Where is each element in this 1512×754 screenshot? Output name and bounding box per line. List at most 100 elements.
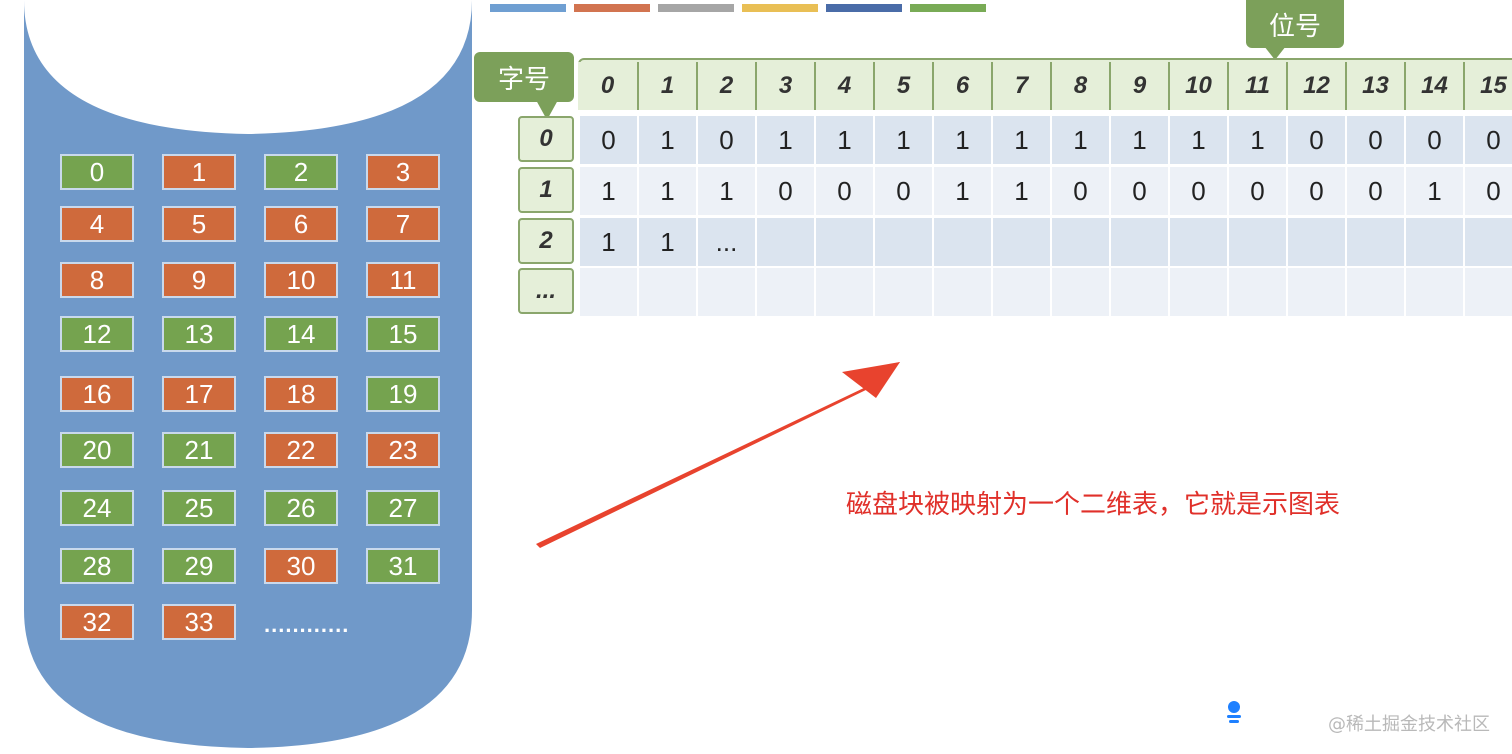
table-cell xyxy=(1463,218,1512,266)
table-cell xyxy=(696,268,755,316)
table-cell xyxy=(991,218,1050,266)
table-cell: 1 xyxy=(873,116,932,164)
table-cell: 1 xyxy=(932,167,991,215)
column-header: 4 xyxy=(814,62,873,110)
column-header: 1 xyxy=(637,62,696,110)
disk-block: 24 xyxy=(60,490,134,526)
disk-block: 3 xyxy=(366,154,440,190)
disk-block: 10 xyxy=(264,262,338,298)
column-header: 11 xyxy=(1227,62,1286,110)
more-blocks-ellipsis: ............ xyxy=(264,612,350,637)
table-cell: 0 xyxy=(1463,167,1512,215)
legend-color-bar xyxy=(742,4,818,12)
table-cell xyxy=(932,218,991,266)
table-cell: 1 xyxy=(637,116,696,164)
disk-block: 31 xyxy=(366,548,440,584)
disk-block: 23 xyxy=(366,432,440,468)
table-cell xyxy=(1463,268,1512,316)
table-cell: 1 xyxy=(991,116,1050,164)
disk-block: 14 xyxy=(264,316,338,352)
disk-block: 25 xyxy=(162,490,236,526)
column-header: 9 xyxy=(1109,62,1168,110)
watermark: @稀土掘金技术社区 xyxy=(1328,714,1490,735)
disk-block: 27 xyxy=(366,490,440,526)
annotation-text: 磁盘块被映射为一个二维表，它就是示图表 xyxy=(846,490,1341,520)
disk-block: 7 xyxy=(366,206,440,242)
row-header: ... xyxy=(518,268,574,314)
disk-block: 16 xyxy=(60,376,134,412)
table-cell xyxy=(1345,268,1404,316)
disk-block: 17 xyxy=(162,376,236,412)
disk-block: 4 xyxy=(60,206,134,242)
column-header: 8 xyxy=(1050,62,1109,110)
legend-color-bar xyxy=(826,4,902,12)
row-header: 2 xyxy=(518,218,574,264)
table-cell xyxy=(1050,268,1109,316)
disk-block: 11 xyxy=(366,262,440,298)
disk-block: 5 xyxy=(162,206,236,242)
table-cell: 1 xyxy=(637,218,696,266)
table-cell xyxy=(1404,218,1463,266)
table-cell xyxy=(1109,218,1168,266)
disk-block: 15 xyxy=(366,316,440,352)
table-cell xyxy=(932,268,991,316)
table-cell: ... xyxy=(696,218,755,266)
table-cell xyxy=(814,268,873,316)
table-cell xyxy=(873,268,932,316)
disk-block: 9 xyxy=(162,262,236,298)
table-cell: 0 xyxy=(873,167,932,215)
table-cell: 1 xyxy=(637,167,696,215)
table-cell: 1 xyxy=(578,218,637,266)
disk-block: 20 xyxy=(60,432,134,468)
table-cell xyxy=(637,268,696,316)
table-cell: 0 xyxy=(755,167,814,215)
table-cell: 0 xyxy=(1463,116,1512,164)
column-header: 3 xyxy=(755,62,814,110)
table-cell xyxy=(1286,218,1345,266)
table-cell: 1 xyxy=(1404,167,1463,215)
table-cell xyxy=(578,268,637,316)
disk-block: 32 xyxy=(60,604,134,640)
column-header: 13 xyxy=(1345,62,1404,110)
row-header: 1 xyxy=(518,167,574,213)
column-header: 2 xyxy=(696,62,755,110)
table-cell xyxy=(755,268,814,316)
disk-block: 13 xyxy=(162,316,236,352)
column-header: 15 xyxy=(1463,62,1512,110)
table-cell: 0 xyxy=(578,116,637,164)
table-cell: 1 xyxy=(696,167,755,215)
table-cell: 1 xyxy=(1050,116,1109,164)
disk-block: 22 xyxy=(264,432,338,468)
column-header: 12 xyxy=(1286,62,1345,110)
disk-block: 0 xyxy=(60,154,134,190)
table-cell xyxy=(1168,218,1227,266)
disk-block: 33 xyxy=(162,604,236,640)
disk-block: 8 xyxy=(60,262,134,298)
table-cell: 0 xyxy=(1227,167,1286,215)
table-cell xyxy=(1227,218,1286,266)
disk-block: 21 xyxy=(162,432,236,468)
bit-number-label: 位号 xyxy=(1246,0,1344,48)
column-header: 5 xyxy=(873,62,932,110)
table-cell xyxy=(1345,218,1404,266)
column-header: 0 xyxy=(578,62,637,110)
disk-block: 12 xyxy=(60,316,134,352)
disk-block: 1 xyxy=(162,154,236,190)
disk-block: 6 xyxy=(264,206,338,242)
table-cell: 0 xyxy=(1286,116,1345,164)
table-cell xyxy=(1404,268,1463,316)
disk-block: 29 xyxy=(162,548,236,584)
table-cell xyxy=(1050,218,1109,266)
legend-color-bar xyxy=(490,4,566,12)
column-header: 6 xyxy=(932,62,991,110)
disk-block: 18 xyxy=(264,376,338,412)
juejin-logo-icon xyxy=(1227,701,1241,723)
table-cell: 0 xyxy=(1404,116,1463,164)
table-cell: 0 xyxy=(1168,167,1227,215)
table-cell xyxy=(755,218,814,266)
disk-block: 28 xyxy=(60,548,134,584)
table-cell xyxy=(814,218,873,266)
disk-block: 19 xyxy=(366,376,440,412)
table-cell xyxy=(1286,268,1345,316)
table-cell: 0 xyxy=(1109,167,1168,215)
